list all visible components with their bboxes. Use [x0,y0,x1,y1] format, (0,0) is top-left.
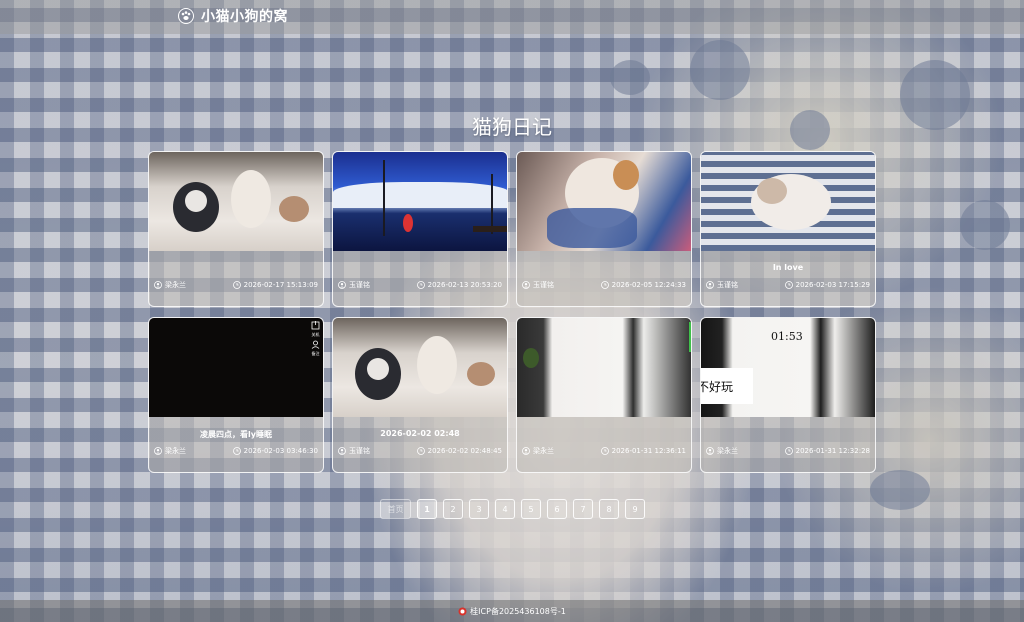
power-icon [311,321,320,330]
card-thumbnail [333,318,507,417]
card-meta: 梁永兰 2026-01-31 12:36:11 [522,446,686,456]
brand-name: 小猫小狗的窝 [201,9,288,25]
card-thumbnail [333,152,507,251]
card-time: 2026-01-31 12:36:11 [611,447,686,455]
card-meta: 梁永兰 2026-02-03 03:46:30 [154,446,318,456]
card-time: 2026-02-03 03:46:30 [243,447,318,455]
card-author: 玉谨铭 [349,447,370,455]
clock-icon [600,281,609,289]
card-title: 2026-02-02 02:48 [380,429,460,438]
card-thumbnail [517,318,691,417]
diary-card[interactable]: In love 玉谨铭 2026-02-03 17:15:29 [700,151,876,307]
clock-icon [232,447,241,455]
card-thumbnail [701,152,875,251]
thumb-caption: 不好玩 [701,380,734,394]
thumb-label: 关机 [311,332,320,337]
card-author: 玉谨铭 [349,281,370,289]
card-author: 梁永兰 [165,447,186,455]
card-author: 梁永兰 [533,447,554,455]
user-icon [522,281,530,289]
card-thumbnail: 01:53 不好玩 [701,318,875,417]
card-time: 2026-01-31 12:32:28 [795,447,870,455]
card-meta: 玉谨铭 2026-02-13 20:53:20 [338,280,502,290]
diary-card[interactable]: 玉谨铭 2026-02-13 20:53:20 [332,151,508,307]
card-time: 2026-02-02 02:48:45 [427,447,502,455]
card-meta: 梁永兰 2026-01-31 12:32:28 [706,446,870,456]
card-time: 2026-02-13 20:53:20 [427,281,502,289]
clock-icon [784,281,793,289]
page-button[interactable]: 7 [573,499,593,519]
page-button[interactable]: 5 [521,499,541,519]
card-thumbnail [149,152,323,251]
user-icon [154,447,162,455]
clock-icon [416,447,425,455]
card-meta: 梁永兰 2026-02-17 15:13:09 [154,280,318,290]
user-icon [522,447,530,455]
footer: 桂ICP备2025436108号-1 [0,600,1024,622]
page-button[interactable]: 6 [547,499,567,519]
card-meta: 玉谨铭 2026-02-05 12:24:33 [522,280,686,290]
page-button[interactable]: 8 [599,499,619,519]
card-author: 梁永兰 [717,447,738,455]
card-time: 2026-02-03 17:15:29 [795,281,870,289]
page-button[interactable]: 3 [469,499,489,519]
page-button[interactable]: 4 [495,499,515,519]
brand-link[interactable]: 小猫小狗的窝 [178,6,288,26]
card-author: 梁永兰 [165,281,186,289]
user-icon [706,447,714,455]
diary-card[interactable]: 01:53 不好玩 梁永兰 2026-01-31 12:32:28 [700,317,876,473]
card-author: 玉谨铭 [533,281,554,289]
diary-card[interactable]: 梁永兰 2026-01-31 12:36:11 [516,317,692,473]
clock-icon [416,281,425,289]
diary-card[interactable]: 玉谨铭 2026-02-05 12:24:33 [516,151,692,307]
card-title: 凌晨四点，看ly睡眠 [200,430,272,439]
clock-icon [784,447,793,455]
paw-icon [178,8,194,24]
card-meta: 玉谨铭 2026-02-03 17:15:29 [706,280,870,290]
icp-badge-icon [458,607,467,615]
user-icon [706,281,714,289]
thumb-label: 备注 [311,351,320,356]
icp-link[interactable]: 桂ICP备2025436108号-1 [470,606,566,617]
card-meta: 玉谨铭 2026-02-02 02:48:45 [338,446,502,456]
card-title: In love [772,263,804,272]
pagination: 首页 1 2 3 4 5 6 7 8 9 [380,499,645,519]
page-title: 猫狗日记 [472,115,552,139]
card-thumbnail [517,152,691,251]
person-icon [311,340,320,349]
clock-icon [232,281,241,289]
card-time: 2026-02-17 15:13:09 [243,281,318,289]
diary-card[interactable]: 梁永兰 2026-02-17 15:13:09 [148,151,324,307]
card-thumbnail: 关机 备注 [149,318,323,417]
thumb-caption: 01:53 [771,330,803,343]
diary-grid: 梁永兰 2026-02-17 15:13:09 玉谨铭 2026-02-13 2… [148,151,876,473]
diary-card[interactable]: 关机 备注 凌晨四点，看ly睡眠 梁永兰 2026-02-03 03:46:30 [148,317,324,473]
user-icon [154,281,162,289]
clock-icon [600,447,609,455]
page-first-button[interactable]: 首页 [380,499,411,519]
page-button[interactable]: 1 [417,499,437,519]
card-author: 玉谨铭 [717,281,738,289]
top-nav: 小猫小狗的窝 [0,0,1024,34]
user-icon [338,447,346,455]
card-time: 2026-02-05 12:24:33 [611,281,686,289]
user-icon [338,281,346,289]
diary-card[interactable]: 2026-02-02 02:48 玉谨铭 2026-02-02 02:48:45 [332,317,508,473]
page-button[interactable]: 2 [443,499,463,519]
page-button[interactable]: 9 [625,499,645,519]
